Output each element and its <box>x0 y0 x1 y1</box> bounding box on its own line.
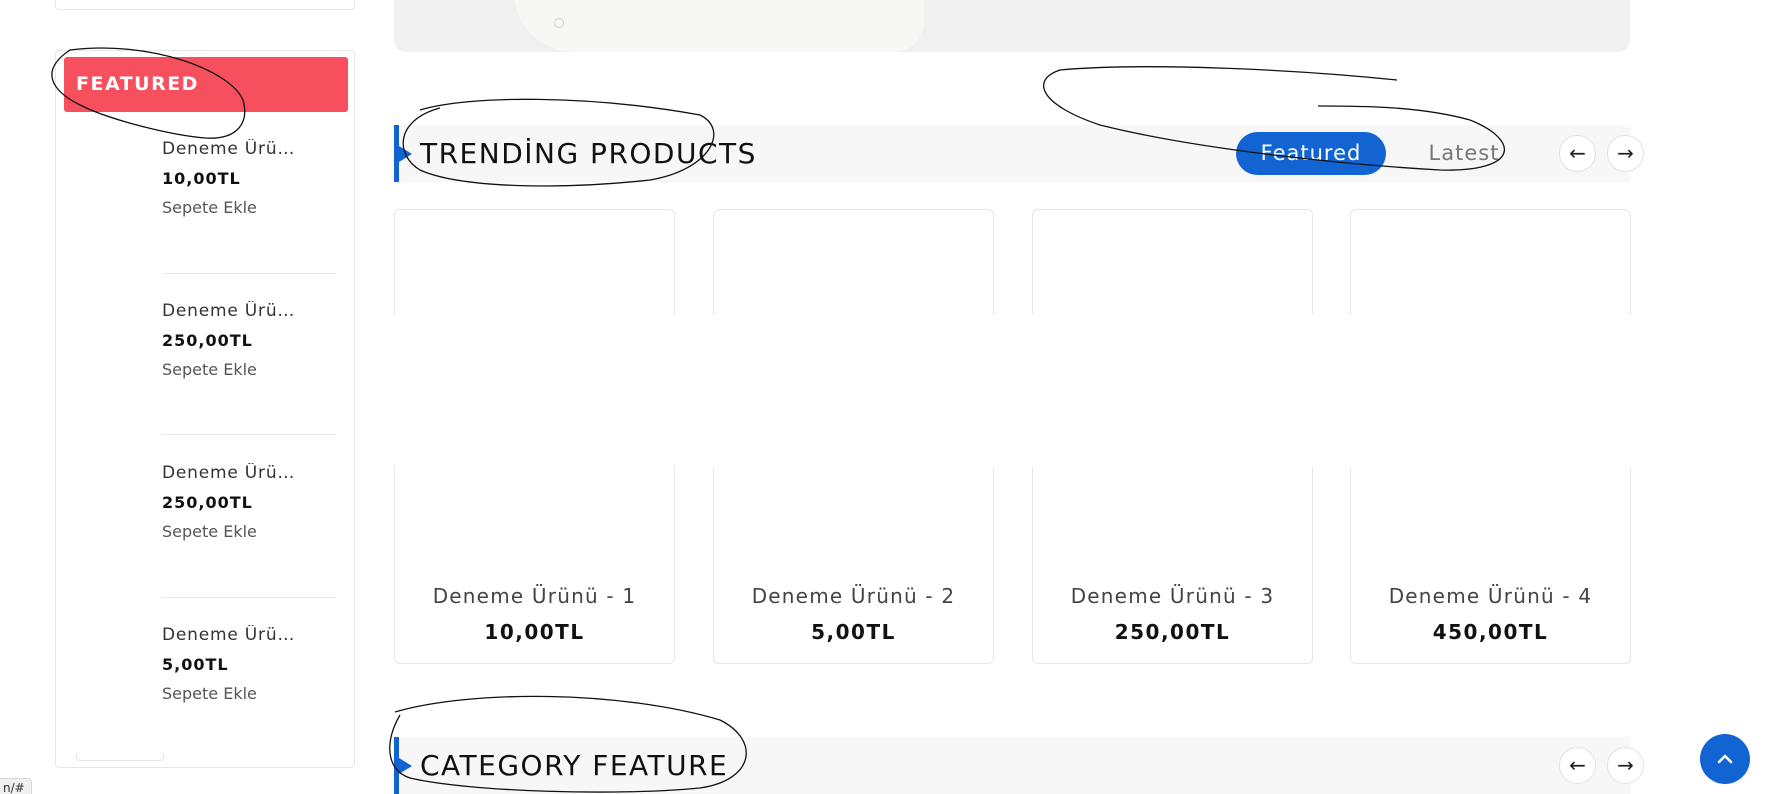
prev-button[interactable]: ← <box>1559 135 1596 172</box>
trending-header: TRENDİNG PRODUCTS Featured Latest ← → <box>394 125 1644 182</box>
product-price: 10,00TL <box>484 620 585 644</box>
sidebar-product-price: 5,00TL <box>162 655 229 674</box>
add-to-cart-link[interactable]: Sepete Ekle <box>162 360 342 379</box>
chevron-up-icon <box>1717 754 1733 764</box>
section-title: TRENDİNG PRODUCTS <box>420 137 757 170</box>
hero-banner[interactable] <box>394 0 1630 52</box>
product-name[interactable]: Deneme Ürünü - 3 <box>1033 584 1312 608</box>
product-card[interactable]: Deneme Ürünü - 4 450,00TL <box>1349 209 1634 664</box>
prev-button[interactable]: ← <box>1559 747 1596 784</box>
section-title: CATEGORY FEATURE <box>420 749 729 782</box>
product-price: 450,00TL <box>1432 620 1549 644</box>
divider <box>162 434 336 435</box>
card-image-area <box>393 315 678 467</box>
add-to-cart-link[interactable]: Sepete Ekle <box>162 684 342 703</box>
arrow-right-icon: → <box>1617 753 1634 777</box>
card-image-area <box>1349 315 1634 467</box>
product-card[interactable]: Deneme Ürünü - 3 250,00TL <box>1031 209 1316 664</box>
sidebar-top-box <box>55 0 355 10</box>
sidebar-stub <box>76 753 164 761</box>
product-card[interactable]: Deneme Ürünü - 1 10,00TL <box>393 209 678 664</box>
sidebar-product-name[interactable]: Deneme Ürünü - 3 <box>162 463 300 483</box>
sidebar-product[interactable]: Deneme Ürünü - 1 10,00TL Sepete Ekle <box>162 139 342 217</box>
add-to-cart-link[interactable]: Sepete Ekle <box>162 198 342 217</box>
sidebar-product-price: 10,00TL <box>162 169 241 188</box>
arrow-right-icon: → <box>1617 141 1634 165</box>
sidebar-product[interactable]: Deneme Ürünü - 3 250,00TL Sepete Ekle <box>162 301 342 379</box>
banner-image <box>514 0 924 52</box>
featured-sidebar: FEATURED Deneme Ürünü - 1 10,00TL Sepete… <box>55 50 355 768</box>
divider <box>162 273 336 274</box>
card-image-area <box>1031 315 1316 467</box>
sidebar-product-price: 250,00TL <box>162 331 253 350</box>
category-header: CATEGORY FEATURE ← → <box>394 737 1644 794</box>
product-price: 250,00TL <box>1114 620 1231 644</box>
next-button[interactable]: → <box>1607 135 1644 172</box>
section-triangle-icon <box>399 758 412 774</box>
featured-heading: FEATURED <box>64 57 348 112</box>
divider <box>162 597 336 598</box>
sidebar-product-price: 250,00TL <box>162 493 253 512</box>
tab-latest[interactable]: Latest <box>1394 132 1534 175</box>
status-url: n/# <box>0 778 32 794</box>
product-price: 5,00TL <box>811 620 896 644</box>
sidebar-product-name[interactable]: Deneme Ürünü - 2 <box>162 625 300 645</box>
card-image-area <box>712 315 997 467</box>
sidebar-product[interactable]: Deneme Ürünü - 2 5,00TL Sepete Ekle <box>162 625 342 703</box>
product-name[interactable]: Deneme Ürünü - 2 <box>714 584 993 608</box>
sidebar-product-name[interactable]: Deneme Ürünü - 3 <box>162 301 300 321</box>
sidebar-product-name[interactable]: Deneme Ürünü - 1 <box>162 139 300 159</box>
sidebar-product[interactable]: Deneme Ürünü - 3 250,00TL Sepete Ekle <box>162 463 342 541</box>
product-name[interactable]: Deneme Ürünü - 4 <box>1351 584 1630 608</box>
arrow-left-icon: ← <box>1569 141 1586 165</box>
scroll-top-button[interactable] <box>1700 734 1750 784</box>
arrow-left-icon: ← <box>1569 753 1586 777</box>
next-button[interactable]: → <box>1607 747 1644 784</box>
tab-featured[interactable]: Featured <box>1236 132 1386 175</box>
shirt-button-detail <box>554 18 564 28</box>
add-to-cart-link[interactable]: Sepete Ekle <box>162 522 342 541</box>
product-name[interactable]: Deneme Ürünü - 1 <box>395 584 674 608</box>
product-card[interactable]: Deneme Ürünü - 2 5,00TL <box>712 209 997 664</box>
section-triangle-icon <box>399 146 412 162</box>
